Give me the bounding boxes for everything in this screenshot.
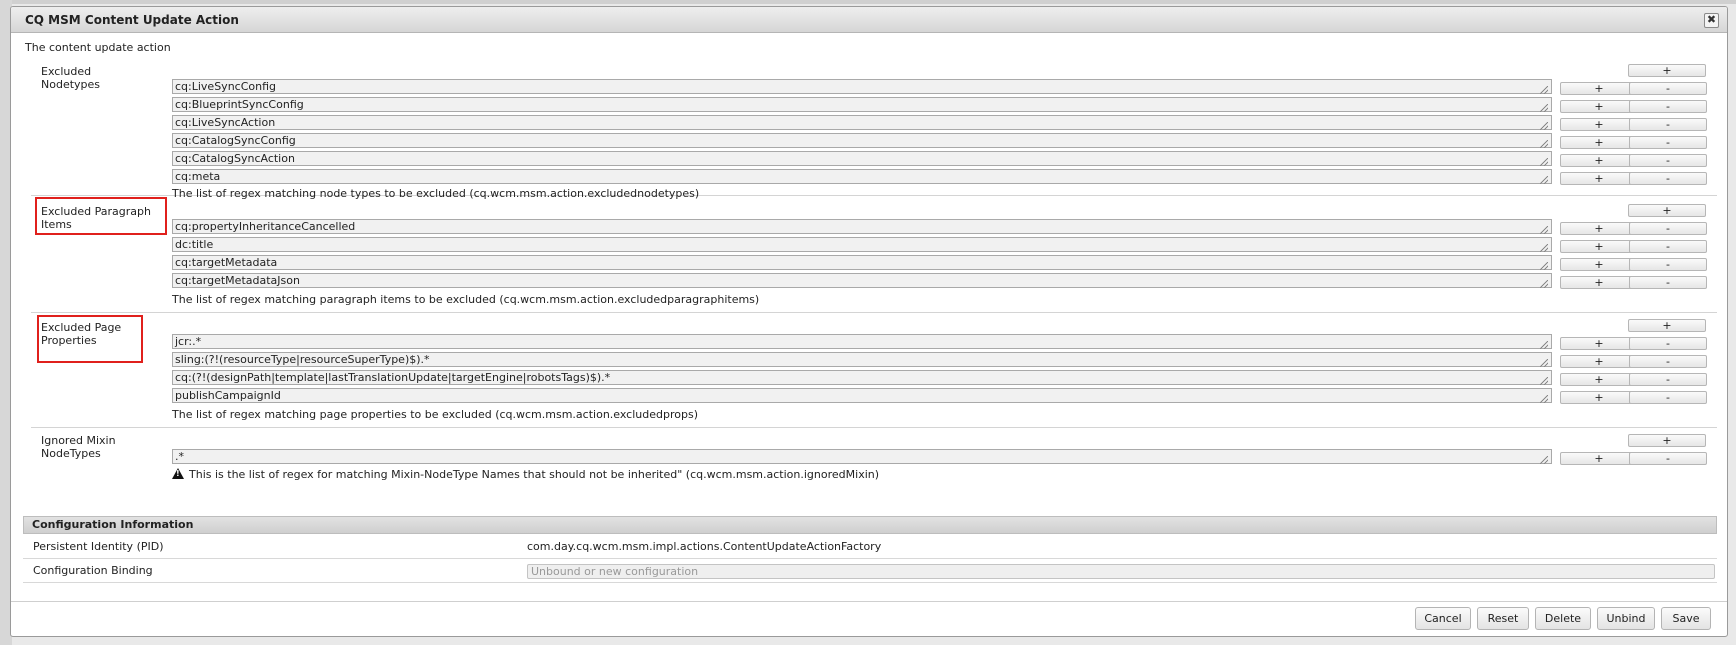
resize-grip-icon[interactable] (1540, 176, 1548, 184)
section-excluded-paragraph-items: Excluded Paragraph Items + cq:propertyIn… (31, 197, 1717, 313)
value-field[interactable]: cq:(?!(designPath|template|lastTranslati… (172, 370, 1552, 385)
pid-row: Persistent Identity (PID) com.day.cq.wcm… (23, 535, 1717, 559)
value-field[interactable]: cq:CatalogSyncConfig (172, 133, 1552, 148)
add-entry-button[interactable]: + (1628, 204, 1706, 217)
resize-grip-icon[interactable] (1540, 140, 1548, 148)
remove-row-button[interactable]: - (1629, 100, 1707, 113)
binding-label: Configuration Binding (33, 564, 153, 577)
unbind-button[interactable]: Unbind (1597, 607, 1655, 630)
resize-grip-icon[interactable] (1540, 341, 1548, 349)
add-row-button[interactable]: + (1560, 258, 1638, 271)
dialog-description: The content update action (25, 41, 171, 54)
remove-row-button[interactable]: - (1629, 118, 1707, 131)
pid-label: Persistent Identity (PID) (33, 540, 164, 553)
field-help-text: The list of regex matching page properti… (172, 408, 698, 421)
value-field[interactable]: .* (172, 449, 1552, 464)
remove-row-button[interactable]: - (1629, 355, 1707, 368)
add-row-button[interactable]: + (1560, 452, 1638, 465)
resize-grip-icon[interactable] (1540, 244, 1548, 252)
resize-grip-icon[interactable] (1540, 86, 1548, 94)
field-help-text: This is the list of regex for matching M… (172, 468, 879, 481)
section-ignored-mixin-nodetypes: Ignored Mixin NodeTypes + .* + - This is… (31, 428, 1717, 508)
value-field[interactable]: cq:LiveSyncAction (172, 115, 1552, 130)
add-row-button[interactable]: + (1560, 276, 1638, 289)
field-label: Excluded Nodetypes (41, 65, 101, 91)
value-field[interactable]: dc:title (172, 237, 1552, 252)
value-field[interactable]: cq:targetMetadataJson (172, 273, 1552, 288)
remove-row-button[interactable]: - (1629, 391, 1707, 404)
add-row-button[interactable]: + (1560, 172, 1638, 185)
value-field[interactable]: publishCampaignId (172, 388, 1552, 403)
cancel-button[interactable]: Cancel (1415, 607, 1471, 630)
value-field[interactable]: cq:LiveSyncConfig (172, 79, 1552, 94)
add-row-button[interactable]: + (1560, 240, 1638, 253)
resize-grip-icon[interactable] (1540, 158, 1548, 166)
binding-input[interactable]: Unbound or new configuration (527, 564, 1715, 579)
add-row-button[interactable]: + (1560, 355, 1638, 368)
remove-row-button[interactable]: - (1629, 154, 1707, 167)
value-field[interactable]: cq:BlueprintSyncConfig (172, 97, 1552, 112)
resize-grip-icon[interactable] (1540, 359, 1548, 367)
add-row-button[interactable]: + (1560, 373, 1638, 386)
resize-grip-icon[interactable] (1540, 377, 1548, 385)
add-entry-button[interactable]: + (1628, 64, 1706, 77)
resize-grip-icon[interactable] (1540, 262, 1548, 270)
remove-row-button[interactable]: - (1629, 276, 1707, 289)
resize-grip-icon[interactable] (1540, 226, 1548, 234)
remove-row-button[interactable]: - (1629, 373, 1707, 386)
dialog-header: CQ MSM Content Update Action ✖ (11, 7, 1727, 33)
remove-row-button[interactable]: - (1629, 222, 1707, 235)
field-help-label: This is the list of regex for matching M… (189, 468, 880, 481)
add-row-button[interactable]: + (1560, 222, 1638, 235)
remove-row-button[interactable]: - (1629, 258, 1707, 271)
config-dialog: CQ MSM Content Update Action ✖ The conte… (10, 6, 1728, 637)
add-entry-button[interactable]: + (1628, 319, 1706, 332)
add-row-button[interactable]: + (1560, 337, 1638, 350)
footer-divider (11, 601, 1727, 602)
value-field[interactable]: cq:meta (172, 169, 1552, 184)
add-row-button[interactable]: + (1560, 82, 1638, 95)
remove-row-button[interactable]: - (1629, 172, 1707, 185)
value-field[interactable]: sling:(?!(resourceType|resourceSuperType… (172, 352, 1552, 367)
warning-icon (172, 468, 184, 479)
value-field[interactable]: cq:propertyInheritanceCancelled (172, 219, 1552, 234)
field-label: Ignored Mixin NodeTypes (41, 434, 116, 460)
label-highlight-box (35, 197, 167, 235)
add-row-button[interactable]: + (1560, 100, 1638, 113)
pid-value: com.day.cq.wcm.msm.impl.actions.ContentU… (527, 540, 882, 553)
save-button[interactable]: Save (1661, 607, 1711, 630)
add-row-button[interactable]: + (1560, 154, 1638, 167)
remove-row-button[interactable]: - (1629, 337, 1707, 350)
resize-grip-icon[interactable] (1540, 280, 1548, 288)
value-field[interactable]: jcr:.* (172, 334, 1552, 349)
label-highlight-box (37, 315, 143, 363)
field-help-text: The list of regex matching paragraph ite… (172, 293, 760, 306)
config-info-header: Configuration Information (23, 516, 1717, 534)
resize-grip-icon[interactable] (1540, 104, 1548, 112)
background-page-top (0, 0, 1736, 4)
delete-button[interactable]: Delete (1535, 607, 1591, 630)
remove-row-button[interactable]: - (1629, 452, 1707, 465)
add-row-button[interactable]: + (1560, 118, 1638, 131)
add-row-button[interactable]: + (1560, 391, 1638, 404)
dialog-title: CQ MSM Content Update Action (25, 13, 239, 27)
add-row-button[interactable]: + (1560, 136, 1638, 149)
resize-grip-icon[interactable] (1540, 456, 1548, 464)
reset-button[interactable]: Reset (1477, 607, 1529, 630)
section-excluded-nodetypes: Excluded Nodetypes + cq:LiveSyncConfig +… (31, 59, 1717, 200)
binding-row: Configuration Binding Unbound or new con… (23, 559, 1717, 583)
value-field[interactable]: cq:targetMetadata (172, 255, 1552, 270)
section-excluded-page-properties: Excluded Page Properties + jcr:.* + - sl… (31, 313, 1717, 428)
add-entry-button[interactable]: + (1628, 434, 1706, 447)
resize-grip-icon[interactable] (1540, 122, 1548, 130)
remove-row-button[interactable]: - (1629, 240, 1707, 253)
close-icon[interactable]: ✖ (1704, 13, 1719, 28)
value-field[interactable]: cq:CatalogSyncAction (172, 151, 1552, 166)
resize-grip-icon[interactable] (1540, 395, 1548, 403)
remove-row-button[interactable]: - (1629, 82, 1707, 95)
remove-row-button[interactable]: - (1629, 136, 1707, 149)
